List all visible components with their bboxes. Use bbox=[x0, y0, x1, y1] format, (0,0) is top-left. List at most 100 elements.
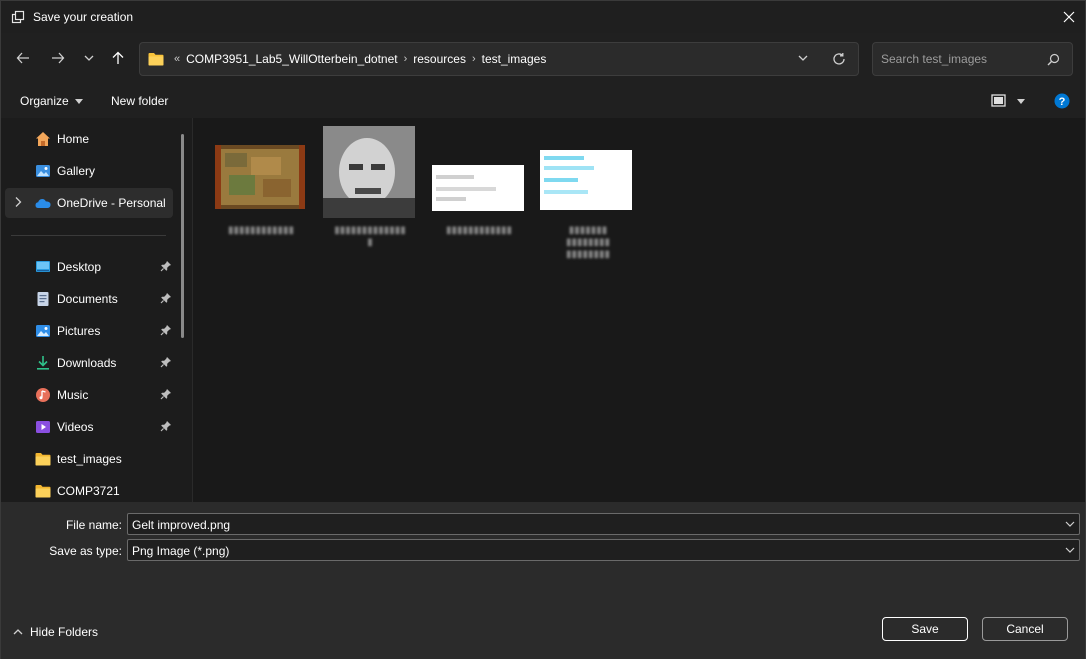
breadcrumb-overflow[interactable]: « bbox=[174, 53, 180, 65]
address-history-dropdown-icon[interactable] bbox=[798, 53, 808, 63]
chevron-down-icon[interactable] bbox=[1065, 546, 1075, 554]
sidebar-item-test-images[interactable]: test_images bbox=[5, 444, 173, 474]
svg-text:?: ? bbox=[1059, 96, 1066, 108]
pin-icon[interactable] bbox=[160, 356, 172, 368]
save-button[interactable]: Save bbox=[882, 617, 968, 641]
sidebar-item-label: Downloads bbox=[57, 356, 117, 370]
arrow-left-icon bbox=[16, 52, 29, 64]
file-name-blurred: ▮▮▮▮▮▮▮ ▮▮▮▮▮▮▮▮ ▮▮▮▮▮▮▮▮ bbox=[565, 225, 611, 260]
text-cyan-thumbnail bbox=[540, 150, 632, 210]
new-folder-label: New folder bbox=[111, 94, 169, 108]
sidebar-item-pictures[interactable]: Pictures bbox=[5, 316, 173, 346]
sidebar-divider bbox=[11, 235, 166, 236]
help-button[interactable]: ? bbox=[1054, 93, 1070, 112]
close-button[interactable] bbox=[1053, 1, 1085, 33]
chevron-right-icon[interactable]: › bbox=[404, 53, 408, 65]
chevron-down-icon[interactable] bbox=[1065, 520, 1075, 528]
pin-icon[interactable] bbox=[160, 388, 172, 400]
pin-icon[interactable] bbox=[160, 292, 172, 304]
organize-label: Organize bbox=[20, 94, 69, 108]
folder-icon bbox=[35, 485, 51, 498]
arrow-up-icon bbox=[112, 51, 124, 64]
recent-locations-button[interactable] bbox=[78, 47, 100, 69]
sidebar-item-label: Home bbox=[57, 132, 90, 146]
title-bar: Save your creation bbox=[1, 1, 1085, 33]
sidebar-item-desktop[interactable]: Desktop bbox=[5, 252, 173, 282]
save-as-type-value: Png Image (*.png) bbox=[132, 544, 230, 558]
content-area: Home Gallery OneDrive - Personal Desktop… bbox=[1, 118, 1085, 502]
close-icon bbox=[1063, 11, 1075, 23]
address-bar[interactable]: « COMP3951_Lab5_WillOtterbein_dotnet › r… bbox=[139, 42, 859, 76]
sidebar-item-label: Videos bbox=[57, 420, 94, 434]
sidebar-item-label: Documents bbox=[57, 292, 118, 306]
change-view-button[interactable] bbox=[991, 94, 1025, 108]
hide-folders-button[interactable]: Hide Folders bbox=[13, 625, 98, 639]
chevron-down-icon bbox=[84, 55, 94, 61]
new-folder-button[interactable]: New folder bbox=[111, 94, 168, 108]
navigation-pane: Home Gallery OneDrive - Personal Desktop… bbox=[1, 118, 193, 502]
sidebar-item-label: test_images bbox=[57, 452, 122, 466]
sidebar-item-downloads[interactable]: Downloads bbox=[5, 348, 173, 378]
sidebar-item-label: OneDrive - Personal bbox=[57, 196, 166, 210]
file-list: ▮▮▮▮▮▮▮▮▮▮▮▮ ▮▮▮▮▮▮▮▮▮▮▮▮▮ ▮ ▮▮▮▮▮▮▮▮▮▮▮… bbox=[194, 118, 1085, 502]
hide-folders-label: Hide Folders bbox=[30, 625, 99, 639]
sidebar-item-label: Gallery bbox=[57, 164, 96, 178]
search-box[interactable] bbox=[872, 42, 1073, 76]
back-button[interactable] bbox=[12, 47, 34, 69]
view-pane-icon bbox=[991, 94, 1006, 107]
music-icon bbox=[36, 388, 50, 402]
pin-icon[interactable] bbox=[160, 324, 172, 336]
home-icon bbox=[36, 132, 50, 146]
pin-icon[interactable] bbox=[160, 260, 172, 272]
file-name-blurred: ▮▮▮▮▮▮▮▮▮▮▮▮▮ ▮ bbox=[334, 225, 406, 248]
file-name-input[interactable] bbox=[132, 517, 1032, 533]
gallery-icon bbox=[36, 165, 50, 177]
organize-button[interactable]: Organize bbox=[20, 94, 83, 108]
navigation-bar: « COMP3951_Lab5_WillOtterbein_dotnet › r… bbox=[1, 39, 1085, 79]
chevron-right-icon[interactable]: › bbox=[472, 53, 476, 65]
caret-down-icon bbox=[74, 98, 83, 104]
save-dialog: Save your creation « COMP3951_Lab5_WillO… bbox=[0, 0, 1086, 659]
breadcrumb-item[interactable]: resources bbox=[413, 52, 466, 66]
sidebar-item-label: Desktop bbox=[57, 260, 102, 274]
dialog-app-icon bbox=[11, 10, 25, 24]
dialog-title: Save your creation bbox=[33, 10, 134, 24]
pictures-icon bbox=[36, 325, 50, 337]
forward-button[interactable] bbox=[47, 47, 69, 69]
cancel-button[interactable]: Cancel bbox=[982, 617, 1068, 641]
breadcrumb-item[interactable]: test_images bbox=[482, 52, 547, 66]
caret-down-icon bbox=[1017, 98, 1025, 104]
videos-icon bbox=[36, 421, 50, 433]
sidebar-item-onedrive[interactable]: OneDrive - Personal bbox=[5, 188, 173, 218]
file-name-blurred: ▮▮▮▮▮▮▮▮▮▮▮▮ bbox=[227, 225, 295, 236]
sidebar-item-home[interactable]: Home bbox=[5, 124, 173, 154]
help-icon: ? bbox=[1054, 93, 1070, 109]
sidebar-item-label: Pictures bbox=[57, 324, 101, 338]
sidebar-item-videos[interactable]: Videos bbox=[5, 412, 173, 442]
folder-icon bbox=[148, 53, 164, 66]
chevron-right-icon[interactable] bbox=[13, 196, 23, 208]
command-bar: Organize New folder bbox=[1, 87, 1085, 117]
sidebar-item-music[interactable]: Music bbox=[5, 380, 173, 410]
portrait-thumbnail bbox=[323, 126, 415, 218]
arrow-right-icon bbox=[52, 52, 65, 64]
sidebar-scrollbar[interactable] bbox=[181, 134, 184, 338]
pin-icon[interactable] bbox=[160, 420, 172, 432]
sidebar-item-gallery[interactable]: Gallery bbox=[5, 156, 173, 186]
search-input[interactable] bbox=[881, 51, 1041, 67]
documents-icon bbox=[37, 292, 49, 306]
downloads-icon bbox=[37, 356, 49, 370]
search-icon[interactable] bbox=[1047, 53, 1060, 66]
sidebar-item-documents[interactable]: Documents bbox=[5, 284, 173, 314]
save-as-type-label: Save as type: bbox=[49, 544, 122, 558]
desktop-icon bbox=[36, 261, 50, 272]
folder-icon bbox=[35, 453, 51, 466]
up-button[interactable] bbox=[107, 47, 129, 69]
save-as-type-select[interactable]: Png Image (*.png) bbox=[127, 539, 1080, 561]
chevron-up-icon bbox=[13, 629, 23, 635]
file-name-combobox[interactable] bbox=[127, 513, 1080, 535]
save-options-panel: File name: Save as type: Png Image (*.pn… bbox=[1, 502, 1085, 659]
refresh-icon[interactable] bbox=[832, 52, 846, 66]
file-name-label: File name: bbox=[65, 518, 122, 532]
breadcrumb-item[interactable]: COMP3951_Lab5_WillOtterbein_dotnet bbox=[186, 52, 397, 66]
